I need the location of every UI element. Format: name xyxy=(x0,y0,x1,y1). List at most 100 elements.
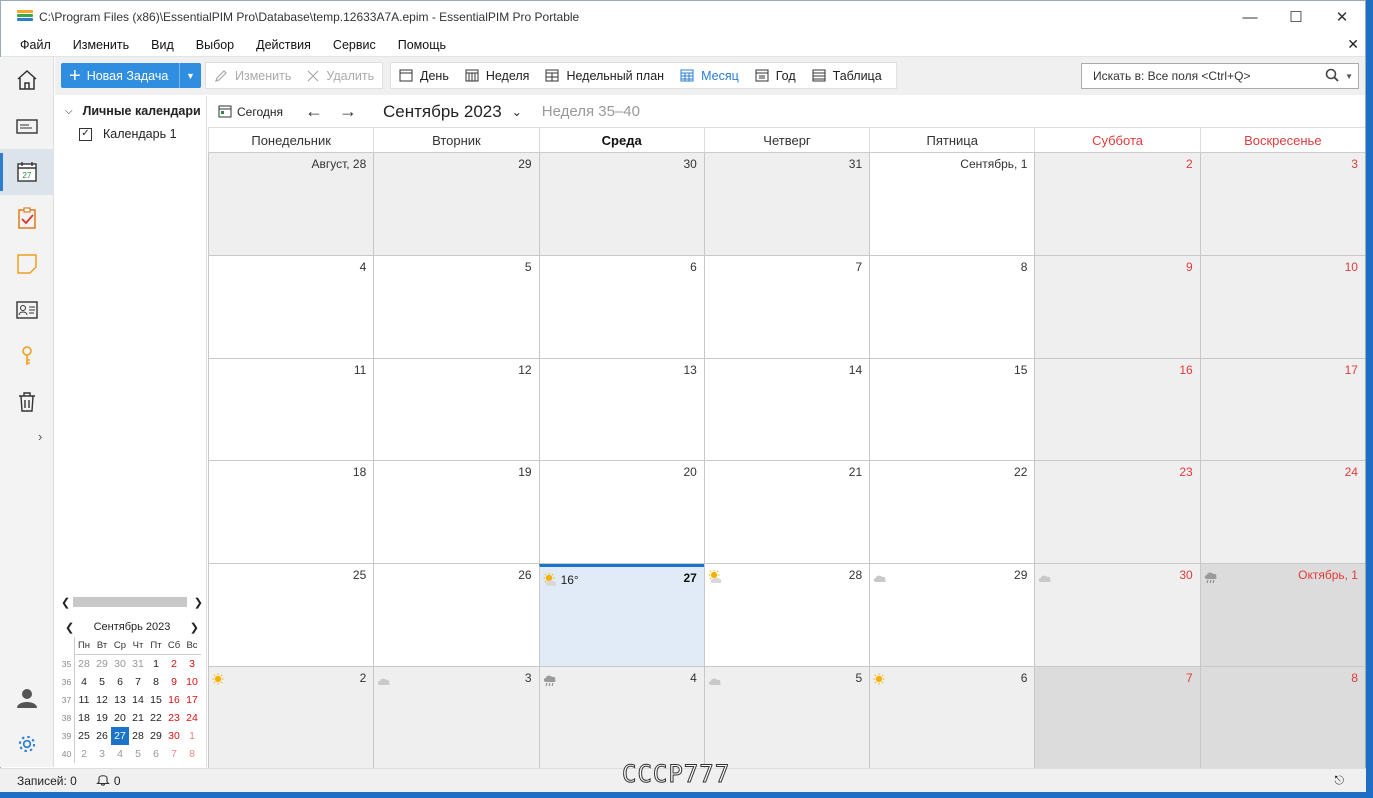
mini-day[interactable]: 19 xyxy=(93,709,111,727)
month-title[interactable]: Сентябрь 2023 xyxy=(383,102,502,122)
mini-week-number[interactable]: 39 xyxy=(59,727,75,745)
day-cell[interactable]: 15 xyxy=(869,358,1035,461)
day-cell[interactable]: Август, 28 xyxy=(208,153,374,255)
day-cell[interactable]: 4 xyxy=(538,666,704,769)
day-cell[interactable]: 29 xyxy=(869,564,1035,666)
day-cell[interactable]: 25 xyxy=(208,564,374,666)
mini-day[interactable]: 28 xyxy=(129,727,147,745)
day-cell[interactable]: 4 xyxy=(208,255,374,358)
mini-day[interactable]: 22 xyxy=(147,709,165,727)
day-cell[interactable]: Сентябрь, 1 xyxy=(869,153,1035,255)
mini-day[interactable]: 28 xyxy=(75,655,93,673)
view-month-button[interactable]: Месяц xyxy=(672,63,747,88)
mini-day[interactable]: 25 xyxy=(75,727,93,745)
nav-contacts[interactable] xyxy=(0,287,54,333)
month-chevron-icon[interactable]: ⌄ xyxy=(512,105,522,119)
day-cell[interactable]: 11 xyxy=(208,358,374,461)
calendar-item[interactable]: ✓ Календарь 1 xyxy=(79,127,177,141)
menu-help[interactable]: Помощь xyxy=(387,38,457,52)
mini-day[interactable]: 6 xyxy=(111,673,129,691)
day-cell[interactable]: 2 xyxy=(208,666,374,769)
mini-day[interactable]: 29 xyxy=(93,655,111,673)
mini-day[interactable]: 1 xyxy=(183,727,201,745)
menu-file[interactable]: Файл xyxy=(9,38,62,52)
mini-day[interactable]: 8 xyxy=(183,745,201,763)
nav-trash[interactable] xyxy=(0,379,54,425)
menu-edit[interactable]: Изменить xyxy=(62,38,140,52)
mini-day[interactable]: 2 xyxy=(165,655,183,673)
calendar-group-header[interactable]: ⌵ Личные календари xyxy=(65,104,201,118)
day-cell[interactable]: 7 xyxy=(703,255,870,358)
mini-week-number[interactable]: 36 xyxy=(59,673,75,691)
mini-next-icon[interactable]: ❯ xyxy=(190,621,199,634)
mini-day[interactable]: 17 xyxy=(183,691,201,709)
nav-tasks[interactable] xyxy=(0,195,54,241)
mini-day[interactable]: 3 xyxy=(93,745,111,763)
day-cell[interactable]: 3 xyxy=(373,666,539,769)
day-cell-today[interactable]: 27 16° xyxy=(538,564,704,666)
day-cell[interactable]: 2 xyxy=(1034,153,1200,255)
day-cell[interactable]: 9 xyxy=(1034,255,1200,358)
mini-day[interactable]: 16 xyxy=(165,691,183,709)
day-cell[interactable]: 21 xyxy=(703,461,870,564)
menu-view[interactable]: Вид xyxy=(140,38,185,52)
mini-prev-icon[interactable]: ❮ xyxy=(65,621,74,634)
day-cell[interactable]: 18 xyxy=(208,461,374,564)
day-cell[interactable]: 30 xyxy=(538,153,704,255)
day-cell[interactable]: 31 xyxy=(703,153,870,255)
mini-day[interactable]: 30 xyxy=(111,655,129,673)
mini-day[interactable]: 18 xyxy=(75,709,93,727)
day-cell[interactable]: 20 xyxy=(538,461,704,564)
mini-week-number[interactable]: 38 xyxy=(59,709,75,727)
mini-day[interactable]: 29 xyxy=(147,727,165,745)
mini-day[interactable]: 31 xyxy=(129,655,147,673)
mini-day[interactable]: 24 xyxy=(183,709,201,727)
delete-button[interactable]: Удалить xyxy=(299,63,382,88)
mini-day[interactable]: 6 xyxy=(147,745,165,763)
menu-service[interactable]: Сервис xyxy=(322,38,387,52)
mini-day[interactable]: 12 xyxy=(93,691,111,709)
new-task-button[interactable]: + Новая Задача ▼ xyxy=(61,63,201,88)
view-weekplan-button[interactable]: Недельный план xyxy=(537,63,672,88)
day-cell[interactable]: 26 xyxy=(373,564,539,666)
mini-day[interactable]: 21 xyxy=(129,709,147,727)
mini-day[interactable]: 5 xyxy=(93,673,111,691)
nav-account[interactable] xyxy=(0,675,54,721)
maximize-icon[interactable]: ☐ xyxy=(1273,1,1319,33)
day-cell[interactable]: 13 xyxy=(538,358,704,461)
mini-week-number[interactable]: 37 xyxy=(59,691,75,709)
close-document-icon[interactable]: ✕ xyxy=(1347,36,1359,53)
day-cell[interactable]: 5 xyxy=(373,255,539,358)
mini-day[interactable]: 8 xyxy=(147,673,165,691)
mini-day[interactable]: 1 xyxy=(147,655,165,673)
day-cell[interactable]: 30 xyxy=(1034,564,1200,666)
next-arrow-icon[interactable]: → xyxy=(339,101,357,122)
day-cell[interactable]: 10 xyxy=(1199,255,1365,358)
mini-day[interactable]: 14 xyxy=(129,691,147,709)
menu-actions[interactable]: Действия xyxy=(245,38,322,52)
expand-nav-chevron-icon[interactable]: › xyxy=(38,429,42,444)
mini-day[interactable]: 27 xyxy=(111,727,129,745)
day-cell[interactable]: 28 xyxy=(703,564,870,666)
prev-arrow-icon[interactable]: ← xyxy=(305,101,323,122)
menu-select[interactable]: Выбор xyxy=(185,38,245,52)
mini-week-number[interactable]: 40 xyxy=(59,745,75,763)
scroll-left-icon[interactable]: ❮ xyxy=(61,596,70,609)
mini-day[interactable]: 9 xyxy=(165,673,183,691)
resize-grip-icon[interactable]: ⎋ xyxy=(1335,773,1345,788)
search-input[interactable]: Искать в: Все поля <Ctrl+Q> ▼ xyxy=(1081,63,1359,89)
day-cell[interactable]: 5 xyxy=(703,666,870,769)
mini-day[interactable]: 15 xyxy=(147,691,165,709)
today-button[interactable]: Сегодня xyxy=(218,105,283,119)
nav-calendar[interactable]: 27 xyxy=(0,149,54,195)
search-options-chevron-icon[interactable]: ▼ xyxy=(1345,72,1353,81)
bell-icon[interactable] xyxy=(96,772,110,789)
day-cell[interactable]: 16 xyxy=(1034,358,1200,461)
view-table-button[interactable]: Таблица xyxy=(804,63,890,88)
mini-day[interactable]: 10 xyxy=(183,673,201,691)
nav-passwords[interactable] xyxy=(0,333,54,379)
view-day-button[interactable]: День xyxy=(391,63,457,88)
mini-day[interactable]: 23 xyxy=(165,709,183,727)
day-cell[interactable]: 7 xyxy=(1034,666,1200,769)
nav-scheduler[interactable] xyxy=(0,103,54,149)
